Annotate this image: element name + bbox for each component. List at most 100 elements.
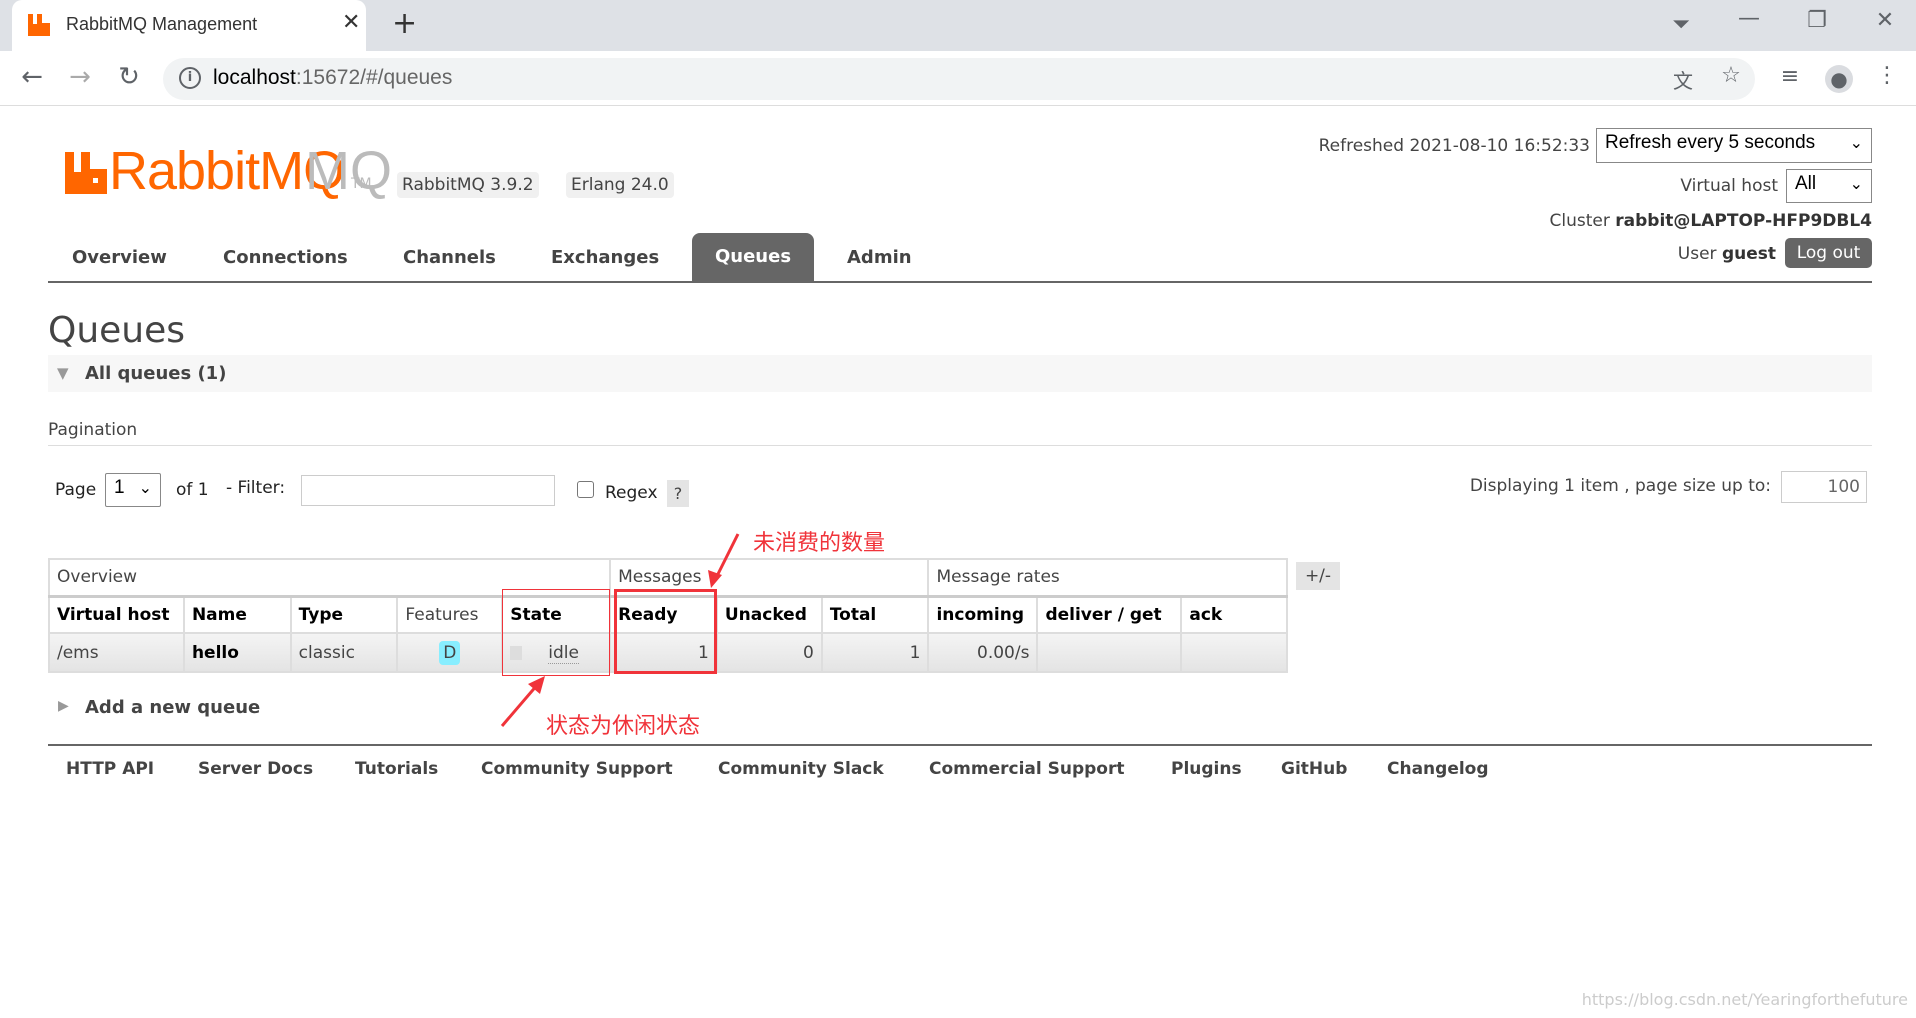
user-label: User: [1677, 244, 1717, 264]
cell-total: 1: [820, 632, 930, 673]
footer-link-github[interactable]: GitHub: [1281, 759, 1347, 779]
footer-link-plugins[interactable]: Plugins: [1171, 759, 1242, 779]
col-name[interactable]: Name: [182, 594, 292, 634]
refresh-interval-select[interactable]: Refresh every 5 seconds ⌄: [1596, 128, 1872, 163]
col-deliver-get[interactable]: deliver / get: [1036, 594, 1183, 634]
col-total[interactable]: Total: [820, 594, 930, 634]
filter-label: - Filter:: [226, 478, 286, 498]
pagination-divider: [48, 445, 1872, 446]
logout-button[interactable]: Log out: [1785, 238, 1872, 268]
address-bar[interactable]: i localhost:15672/#/queues 文 ☆: [163, 58, 1755, 100]
user-name: guest: [1721, 244, 1776, 264]
browser-tab[interactable]: RabbitMQ Management ✕: [12, 0, 366, 51]
cluster-name: rabbit@LAPTOP-HFP9DBL4: [1615, 211, 1872, 231]
close-tab-icon[interactable]: ✕: [342, 10, 360, 35]
url-path: :15672/#/queues: [295, 66, 453, 89]
annotation-state: 状态为休闲状态: [546, 714, 701, 739]
page-count: of 1: [176, 480, 209, 500]
cell-vhost: /ems: [48, 632, 185, 673]
col-features: Features: [396, 594, 504, 634]
cell-unacked: 0: [715, 632, 823, 673]
vhost-select[interactable]: All ⌄: [1786, 169, 1872, 203]
rabbitmq-favicon-icon: [28, 14, 50, 36]
chevron-down-icon: ⌄: [138, 480, 152, 497]
tab-connections[interactable]: Connections: [223, 247, 348, 268]
cell-ack: [1180, 632, 1288, 673]
toggle-columns-button[interactable]: +/-: [1296, 562, 1340, 590]
regex-help-button[interactable]: ?: [667, 480, 689, 507]
cluster-label: Cluster: [1549, 211, 1610, 231]
queue-name-link[interactable]: hello: [182, 632, 292, 673]
footer-link-community-slack[interactable]: Community Slack: [718, 759, 884, 779]
erlang-badge: Erlang 24.0: [566, 172, 674, 198]
ready-highlight-box: [614, 589, 717, 674]
tab-admin[interactable]: Admin: [847, 247, 912, 268]
tab-overview[interactable]: Overview: [72, 247, 167, 268]
page-select-value: 1: [114, 477, 125, 498]
menu-kebab-icon[interactable]: ⋮: [1872, 63, 1902, 88]
footer-link-commercial-support[interactable]: Commercial Support: [929, 759, 1125, 779]
add-queue-label: Add a new queue: [85, 697, 261, 718]
collapse-triangle-icon: ▼: [57, 364, 69, 382]
page-size-input[interactable]: [1781, 471, 1867, 503]
refreshed-timestamp: Refreshed 2021-08-10 16:52:33: [1318, 136, 1590, 156]
arrow-to-state-icon: [500, 683, 540, 727]
restore-icon[interactable]: ❐: [1802, 8, 1832, 33]
window-close-icon[interactable]: ✕: [1870, 8, 1900, 33]
state-highlight-box: [502, 589, 610, 676]
col-ack[interactable]: ack: [1180, 594, 1288, 634]
reload-icon[interactable]: ↻: [114, 62, 144, 92]
minimize-icon[interactable]: —: [1734, 6, 1764, 31]
footer-divider: [48, 744, 1872, 746]
logo-tm: TM: [351, 176, 372, 192]
cell-incoming: 0.00/s: [927, 632, 1039, 673]
displaying-count: Displaying 1 item , page size up to:: [1469, 476, 1771, 496]
watermark: https://blog.csdn.net/Yearingforthefutur…: [1581, 990, 1908, 1009]
vhost-select-value: All: [1795, 173, 1817, 194]
cell-type: classic: [289, 632, 399, 673]
footer-link-http-api[interactable]: HTTP API: [66, 759, 154, 779]
regex-label: Regex: [605, 483, 658, 503]
all-queues-section-header[interactable]: ▼ All queues (1): [48, 355, 1872, 392]
avatar-icon[interactable]: ●: [1825, 65, 1853, 93]
chevron-down-icon: ⌄: [1849, 135, 1863, 152]
media-playlist-icon[interactable]: ≡: [1775, 64, 1805, 89]
footer-link-community-support[interactable]: Community Support: [481, 759, 673, 779]
tab-exchanges[interactable]: Exchanges: [551, 247, 659, 268]
col-virtual-host[interactable]: Virtual host: [48, 594, 185, 634]
cell-deliver-get: [1036, 632, 1183, 673]
expand-triangle-icon: ▶: [58, 698, 69, 714]
profile-dropdown-icon[interactable]: ⏷: [1666, 12, 1696, 37]
forward-icon[interactable]: →: [65, 62, 95, 92]
group-message-rates: Message rates: [927, 558, 1288, 597]
annotation-ready: 未消费的数量: [753, 531, 886, 556]
bookmark-star-icon[interactable]: ☆: [1716, 63, 1746, 88]
tab-queues[interactable]: Queues: [692, 233, 814, 281]
page-title: Queues: [48, 310, 186, 351]
filter-input[interactable]: [301, 475, 555, 506]
new-tab-icon[interactable]: +: [392, 6, 417, 41]
chevron-down-icon: ⌄: [1849, 176, 1863, 193]
durable-feature-badge: D: [439, 640, 461, 665]
page-label: Page: [55, 480, 97, 500]
refresh-select-value: Refresh every 5 seconds: [1605, 132, 1816, 153]
footer-link-changelog[interactable]: Changelog: [1387, 759, 1489, 779]
version-badge: RabbitMQ 3.9.2: [397, 172, 539, 198]
pagination-label: Pagination: [48, 420, 138, 440]
col-incoming[interactable]: incoming: [927, 594, 1039, 634]
col-unacked[interactable]: Unacked: [715, 594, 823, 634]
page-select[interactable]: 1 ⌄: [105, 473, 161, 507]
col-type[interactable]: Type: [289, 594, 399, 634]
vhost-label: Virtual host: [1680, 176, 1778, 196]
section-title: All queues (1): [85, 363, 227, 384]
tab-channels[interactable]: Channels: [403, 247, 496, 268]
url-host: localhost: [213, 66, 296, 89]
footer-link-server-docs[interactable]: Server Docs: [198, 759, 313, 779]
back-icon[interactable]: ←: [17, 62, 47, 92]
footer-link-tutorials[interactable]: Tutorials: [355, 759, 438, 779]
nav-divider: [48, 281, 1872, 283]
info-icon[interactable]: i: [179, 67, 201, 89]
regex-checkbox[interactable]: [577, 481, 594, 498]
tab-title: RabbitMQ Management: [66, 14, 258, 34]
translate-icon[interactable]: 文: [1668, 65, 1698, 94]
